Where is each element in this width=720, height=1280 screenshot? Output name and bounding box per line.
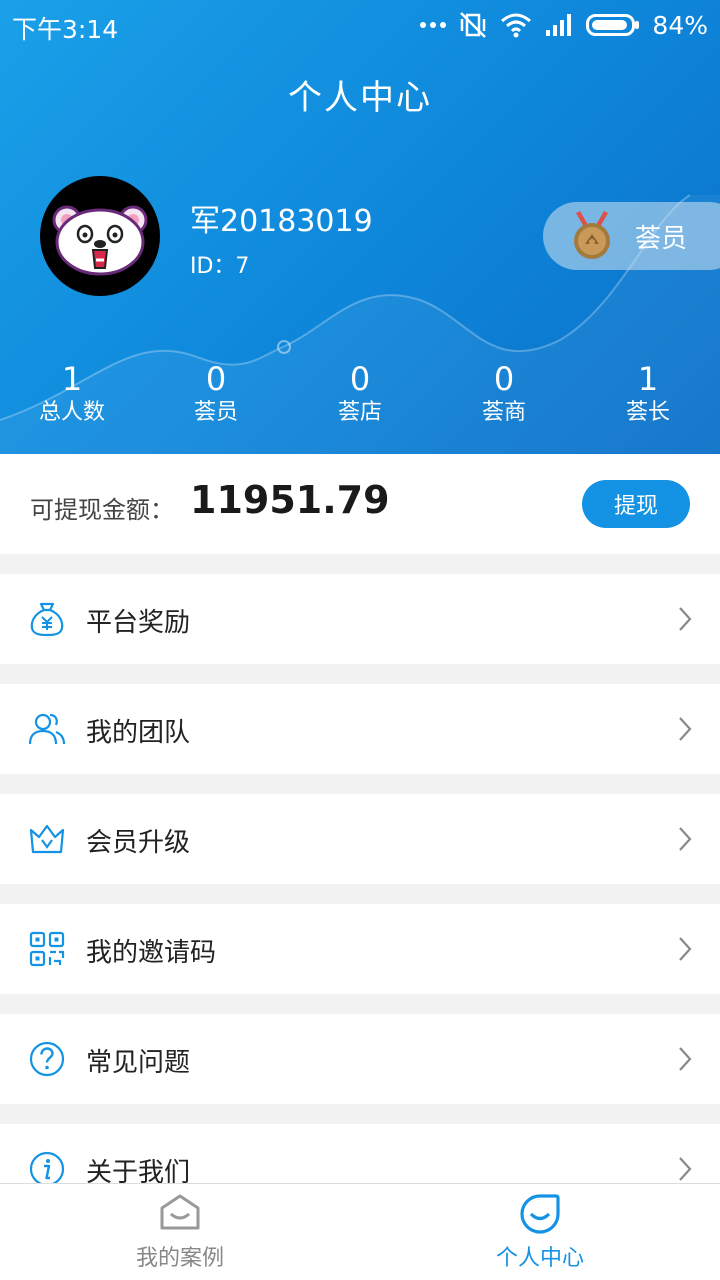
chevron-right-icon — [679, 937, 692, 961]
bottom-tab-bar: 我的案例 个人中心 — [0, 1183, 720, 1280]
stat-label: 荟商 — [481, 400, 526, 425]
balance-label: 可提现金额： — [30, 496, 174, 524]
stats-row: 1 总人数 0 荟员 0 荟店 0 荟商 1 荟长 — [0, 360, 720, 440]
vibrate-off-icon — [460, 12, 487, 38]
chevron-right-icon — [679, 827, 692, 851]
menu-item-faq[interactable]: 常见问题 — [0, 1014, 720, 1104]
chevron-right-icon — [679, 607, 692, 631]
menu-item-my-team[interactable]: 我的团队 — [0, 684, 720, 774]
stat-label: 总人数 — [38, 400, 105, 425]
stat-value: 1 — [61, 360, 83, 398]
tab-personal-center[interactable]: 个人中心 — [360, 1184, 720, 1280]
bear-avatar-icon — [52, 205, 148, 276]
stat-merchants[interactable]: 0 荟商 — [434, 360, 574, 428]
stat-members[interactable]: 0 荟员 — [146, 360, 286, 428]
tab-my-cases[interactable]: 我的案例 — [0, 1184, 360, 1280]
menu-label: 我的团队 — [86, 718, 191, 748]
chevron-right-icon — [679, 717, 692, 741]
rank-badge[interactable]: 荟员 — [543, 202, 720, 270]
battery-icon — [586, 14, 640, 36]
menu-item-platform-rewards[interactable]: 平台奖励 — [0, 574, 720, 664]
rank-label: 荟员 — [635, 223, 688, 254]
balance-value: 11951.79 — [190, 478, 390, 522]
more-dots-icon — [420, 22, 447, 28]
withdraw-button[interactable]: 提现 — [582, 480, 690, 528]
profile-header: 下午3:14 84% 个人中心 军20183019 ID：7 荟员 1 总人数 … — [0, 0, 720, 454]
stat-label: 荟店 — [337, 400, 382, 425]
menu-label: 平台奖励 — [86, 608, 191, 638]
battery-percent: 84% — [652, 10, 708, 40]
stat-total-members[interactable]: 1 总人数 — [2, 360, 142, 428]
chevron-right-icon — [679, 1157, 692, 1181]
menu-item-member-upgrade[interactable]: 会员升级 — [0, 794, 720, 884]
medal-icon — [574, 211, 610, 259]
money-bag-icon — [30, 602, 64, 637]
stat-value: 0 — [205, 360, 227, 398]
status-time: 下午3:14 — [12, 15, 119, 44]
menu-label: 我的邀请码 — [86, 938, 217, 968]
page-title: 个人中心 — [288, 78, 432, 118]
stat-value: 0 — [493, 360, 515, 398]
menu-label: 会员升级 — [86, 828, 191, 858]
qr-code-icon — [29, 931, 65, 967]
team-icon — [28, 713, 66, 745]
chevron-right-icon — [679, 1047, 692, 1071]
tab-label: 我的案例 — [135, 1246, 224, 1271]
avatar[interactable] — [40, 176, 160, 296]
stat-leaders[interactable]: 1 荟长 — [578, 360, 718, 428]
face-smile-icon — [520, 1194, 560, 1234]
house-smile-icon — [160, 1194, 200, 1230]
user-id: ID：7 — [190, 254, 250, 279]
username: 军20183019 — [190, 204, 373, 239]
stat-shops[interactable]: 0 荟店 — [290, 360, 430, 428]
question-icon — [29, 1041, 65, 1077]
menu-item-invite-code[interactable]: 我的邀请码 — [0, 904, 720, 994]
stat-value: 0 — [349, 360, 371, 398]
menu-label: 常见问题 — [86, 1048, 191, 1078]
status-bar: 下午3:14 84% — [0, 0, 720, 50]
tab-label: 个人中心 — [495, 1246, 584, 1271]
crown-icon — [29, 824, 65, 854]
stat-value: 1 — [637, 360, 659, 398]
stat-label: 荟长 — [625, 400, 670, 425]
stat-label: 荟员 — [193, 400, 238, 425]
signal-icon — [546, 14, 572, 36]
wifi-icon — [501, 13, 532, 38]
